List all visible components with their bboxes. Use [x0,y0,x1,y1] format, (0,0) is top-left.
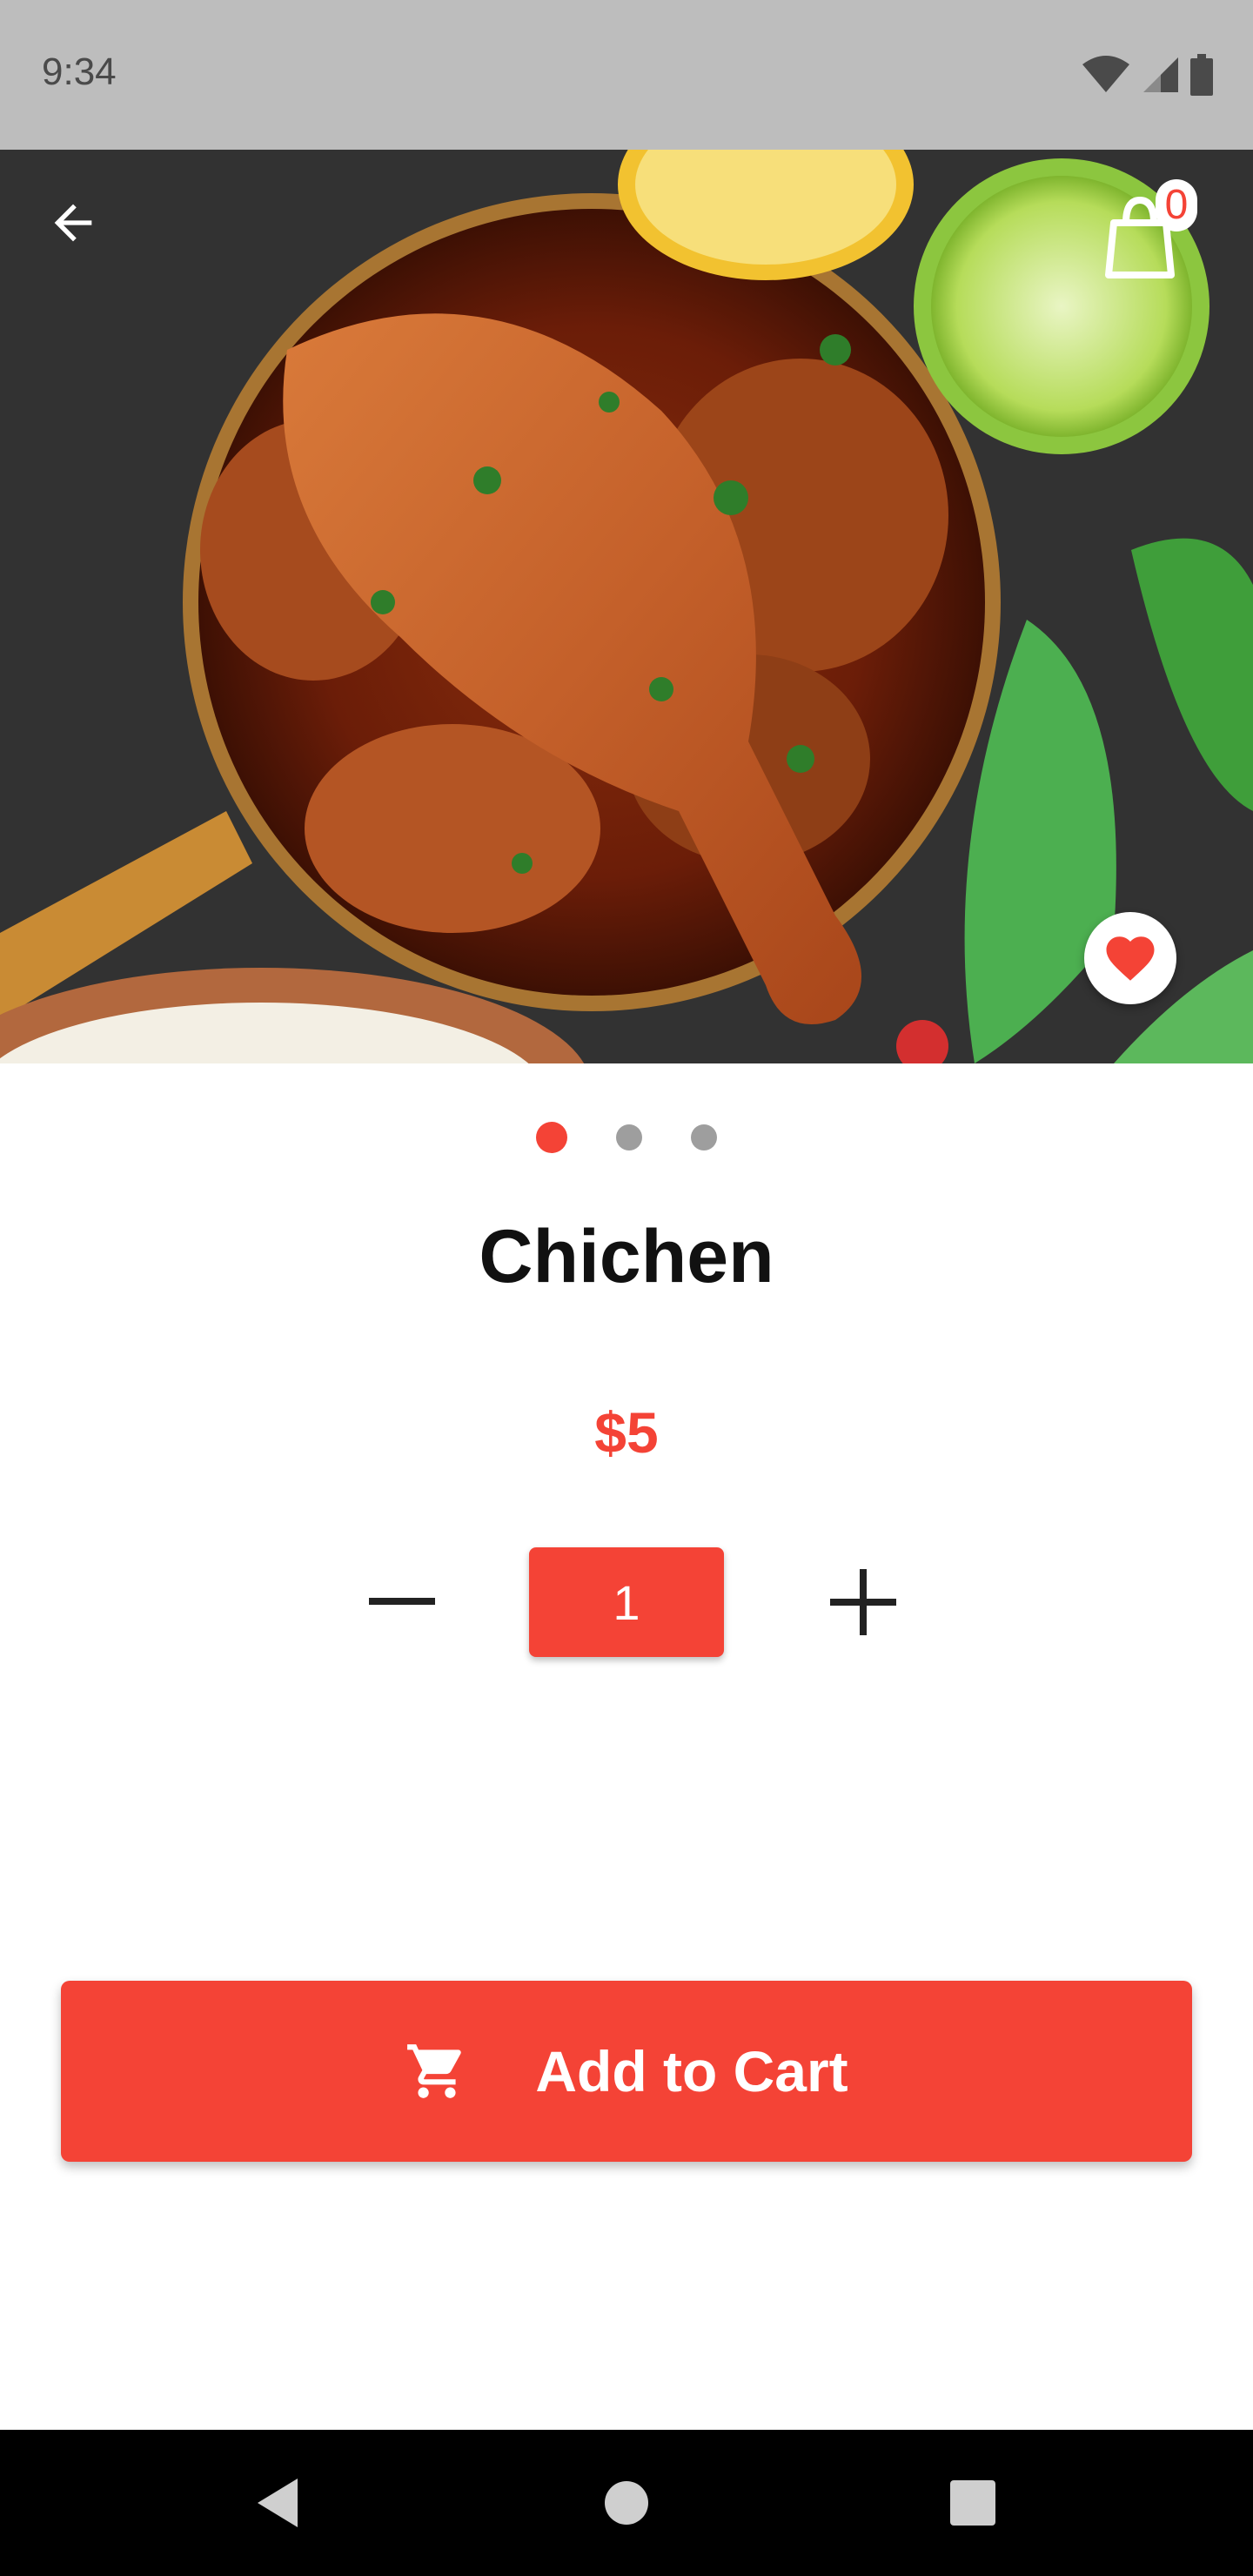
cellular-signal-icon [1143,57,1178,92]
nav-back-button[interactable] [244,2468,313,2538]
increase-quantity-button[interactable] [818,1547,908,1657]
carousel-dot-active[interactable] [536,1122,567,1153]
nav-home-button[interactable] [592,2468,661,2538]
quantity-value: 1 [529,1547,724,1657]
plus-icon [830,1569,896,1635]
quantity-stepper: 1 [0,1547,1253,1657]
carousel-dot[interactable] [616,1124,642,1150]
decrease-quantity-button[interactable] [357,1547,447,1657]
heart-icon [1106,936,1155,981]
product-price: $5 [594,1400,659,1465]
square-recents-icon [950,2480,995,2526]
carousel-indicator [0,1122,1253,1153]
back-button[interactable] [35,184,111,261]
carousel-dot[interactable] [691,1124,717,1150]
cart-button[interactable]: 0 [1096,179,1197,278]
nav-recents-button[interactable] [938,2468,1008,2538]
add-to-cart-button[interactable]: Add to Cart [61,1981,1192,2162]
battery-icon [1190,54,1213,96]
minus-icon [369,1598,435,1605]
status-bar: 9:34 [0,0,1253,150]
add-to-cart-label: Add to Cart [535,2039,848,2103]
arrow-back-icon [54,204,92,242]
status-icons [1081,52,1213,97]
status-time: 9:34 [42,50,117,93]
system-navigation-bar [0,2430,1253,2576]
product-name: Chichen [479,1215,774,1298]
circle-home-icon [605,2481,648,2525]
cart-count-badge: 0 [1156,179,1197,231]
favorite-button[interactable] [1084,912,1176,1004]
shopping-cart-icon [407,2044,462,2098]
product-image-carousel[interactable]: 0 [0,150,1253,1063]
product-photo [0,150,1253,1063]
triangle-back-icon [258,2479,298,2527]
wifi-icon [1082,56,1129,92]
